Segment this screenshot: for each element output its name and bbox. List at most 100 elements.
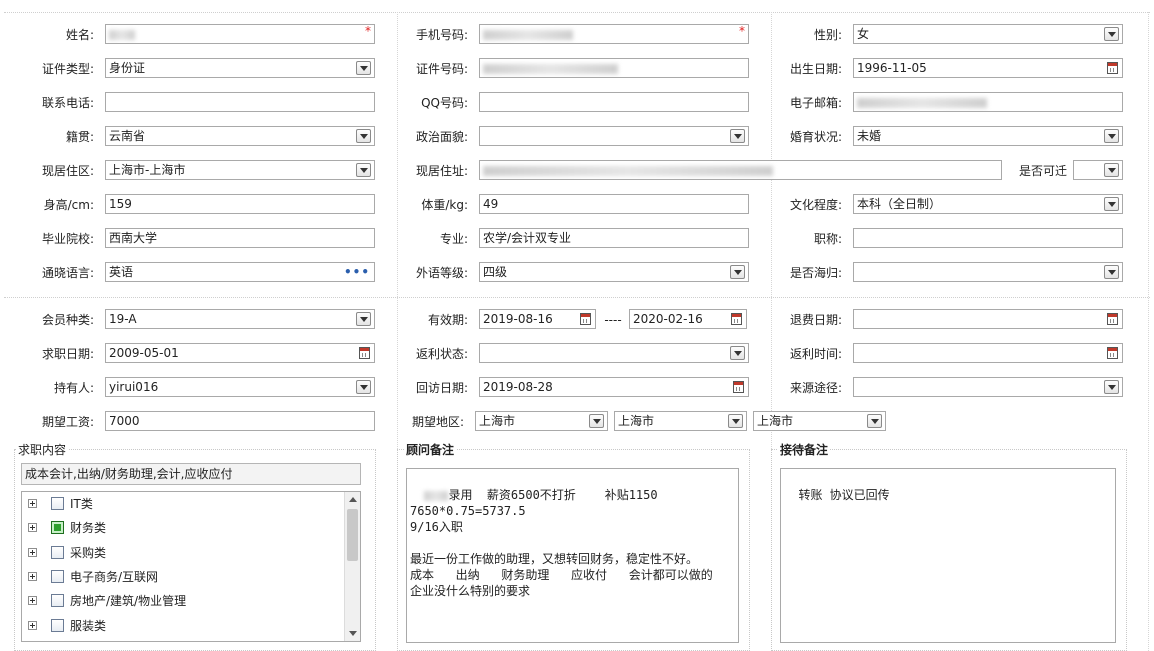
scroll-up-icon[interactable] [349,497,357,502]
checkbox-icon[interactable] [51,618,64,632]
title-input[interactable] [853,228,1123,248]
calendar-icon[interactable] [1107,313,1118,325]
native-select[interactable]: 云南省 [105,126,375,146]
language-input[interactable]: 英语 ••• [105,262,375,282]
qq-input[interactable] [479,92,749,112]
chevron-down-icon[interactable] [356,61,371,75]
residence-area-select[interactable]: 上海市-上海市 [105,160,375,180]
politics-select[interactable] [479,126,749,146]
ellipsis-icon[interactable]: ••• [344,263,370,281]
plus-square-icon[interactable] [28,547,37,557]
major-value: 农学/会计双专业 [483,231,572,245]
calendar-icon[interactable] [580,313,591,325]
birth-date-input[interactable]: 1996-11-05 [853,58,1123,78]
relocate-select[interactable] [1073,160,1123,180]
chevron-down-icon[interactable] [589,414,604,428]
marital-select[interactable]: 未婚 [853,126,1123,146]
weight-input[interactable]: 49 [479,194,749,214]
source-label: 来源途径: [789,381,842,395]
contact-input[interactable] [105,92,375,112]
tree-item[interactable]: 采购类 [22,542,342,566]
region-district-select[interactable]: 上海市 [753,411,886,431]
calendar-icon[interactable] [733,381,744,393]
plus-square-icon[interactable] [28,620,37,630]
chevron-down-icon[interactable] [1104,197,1119,211]
chevron-down-icon[interactable] [728,414,743,428]
checkbox-icon[interactable] [51,545,64,559]
rebate-time-input[interactable] [853,343,1123,363]
tree-item[interactable]: 电子商务/互联网 [22,566,342,590]
tree-item[interactable]: 房地产/建筑/物业管理 [22,590,342,614]
valid-from-input[interactable]: 2019-08-16 [479,309,596,329]
region-province-select[interactable]: 上海市 [475,411,608,431]
chevron-down-icon[interactable] [1104,129,1119,143]
checkbox-icon[interactable] [51,594,64,608]
apply-date-input[interactable]: 2009-05-01 [105,343,375,363]
email-input[interactable] [853,92,1123,112]
plus-square-icon[interactable] [28,523,37,533]
tree-item[interactable]: 财务类 [22,517,342,541]
rebate-status-select[interactable] [479,343,749,363]
name-input[interactable]: * [105,24,375,44]
education-value: 本科（全日制） [857,197,942,211]
member-type-label: 会员种类: [41,313,94,327]
job-content-title: 求职内容 [16,441,69,458]
chevron-down-icon[interactable] [867,414,882,428]
chevron-down-icon[interactable] [356,163,371,177]
address-input[interactable] [479,160,1002,180]
marital-label: 婚育状况: [789,130,842,144]
reception-notes-textarea[interactable]: 转账 协议已回传 [780,468,1116,643]
scroll-thumb[interactable] [347,509,358,561]
school-input[interactable]: 西南大学 [105,228,375,248]
contact-label: 联系电话: [41,96,94,110]
id-type-select[interactable]: 身份证 [105,58,375,78]
scroll-down-icon[interactable] [349,631,357,636]
apply-value: 2009-05-01 [109,346,179,360]
checkbox-icon[interactable] [51,569,64,583]
foreign-level-select[interactable]: 四级 [479,262,749,282]
checkbox-icon[interactable] [51,497,64,510]
member-type-select[interactable]: 19-A [105,309,375,329]
height-input[interactable]: 159 [105,194,375,214]
plus-square-icon[interactable] [28,499,37,508]
advisor-notes-textarea[interactable]: 录用 薪资6500不打折 补贴1150 7650*0.75=5737.5 9/1… [406,468,739,643]
chevron-down-icon[interactable] [730,265,745,279]
tree-item[interactable]: 服装类 [22,615,342,639]
id-no-input[interactable] [479,58,749,78]
revisit-date-input[interactable]: 2019-08-28 [479,377,749,397]
calendar-icon[interactable] [1107,62,1118,74]
holder-select[interactable]: yirui016 [105,377,375,397]
chevron-down-icon[interactable] [1104,380,1119,394]
education-select[interactable]: 本科（全日制） [853,194,1123,214]
job-summary-field[interactable]: 成本会计,出纳/财务助理,会计,应收应付 [21,463,361,485]
salary-input[interactable]: 7000 [105,411,375,431]
gender-select[interactable]: 女 [853,24,1123,44]
chevron-down-icon[interactable] [1104,163,1119,177]
reception-notes-title: 接待备注 [778,441,831,458]
checkbox-icon[interactable] [51,521,64,535]
calendar-icon[interactable] [359,347,370,359]
chevron-down-icon[interactable] [730,346,745,360]
plus-square-icon[interactable] [28,596,37,606]
chevron-down-icon[interactable] [356,312,371,326]
calendar-icon[interactable] [731,313,742,325]
overseas-select[interactable] [853,262,1123,282]
plus-square-icon[interactable] [28,571,37,581]
calendar-icon[interactable] [1107,347,1118,359]
valid-to-input[interactable]: 2020-02-16 [629,309,747,329]
chevron-down-icon[interactable] [1104,27,1119,41]
reception-notes-text: 转账 协议已回传 [798,488,890,502]
refund-date-input[interactable] [853,309,1123,329]
job-category-tree[interactable]: IT类 财务类 采购类 电子商务/互联网 房地产/建筑/物业管理 服装类 [21,491,361,642]
birth-label: 出生日期: [789,62,842,76]
source-select[interactable] [853,377,1123,397]
tree-scrollbar[interactable] [344,492,360,641]
chevron-down-icon[interactable] [356,129,371,143]
tree-item[interactable]: IT类 [22,493,342,517]
region-city-select[interactable]: 上海市 [614,411,747,431]
phone-input[interactable]: * [479,24,749,44]
chevron-down-icon[interactable] [730,129,745,143]
major-input[interactable]: 农学/会计双专业 [479,228,749,248]
chevron-down-icon[interactable] [356,380,371,394]
chevron-down-icon[interactable] [1104,265,1119,279]
